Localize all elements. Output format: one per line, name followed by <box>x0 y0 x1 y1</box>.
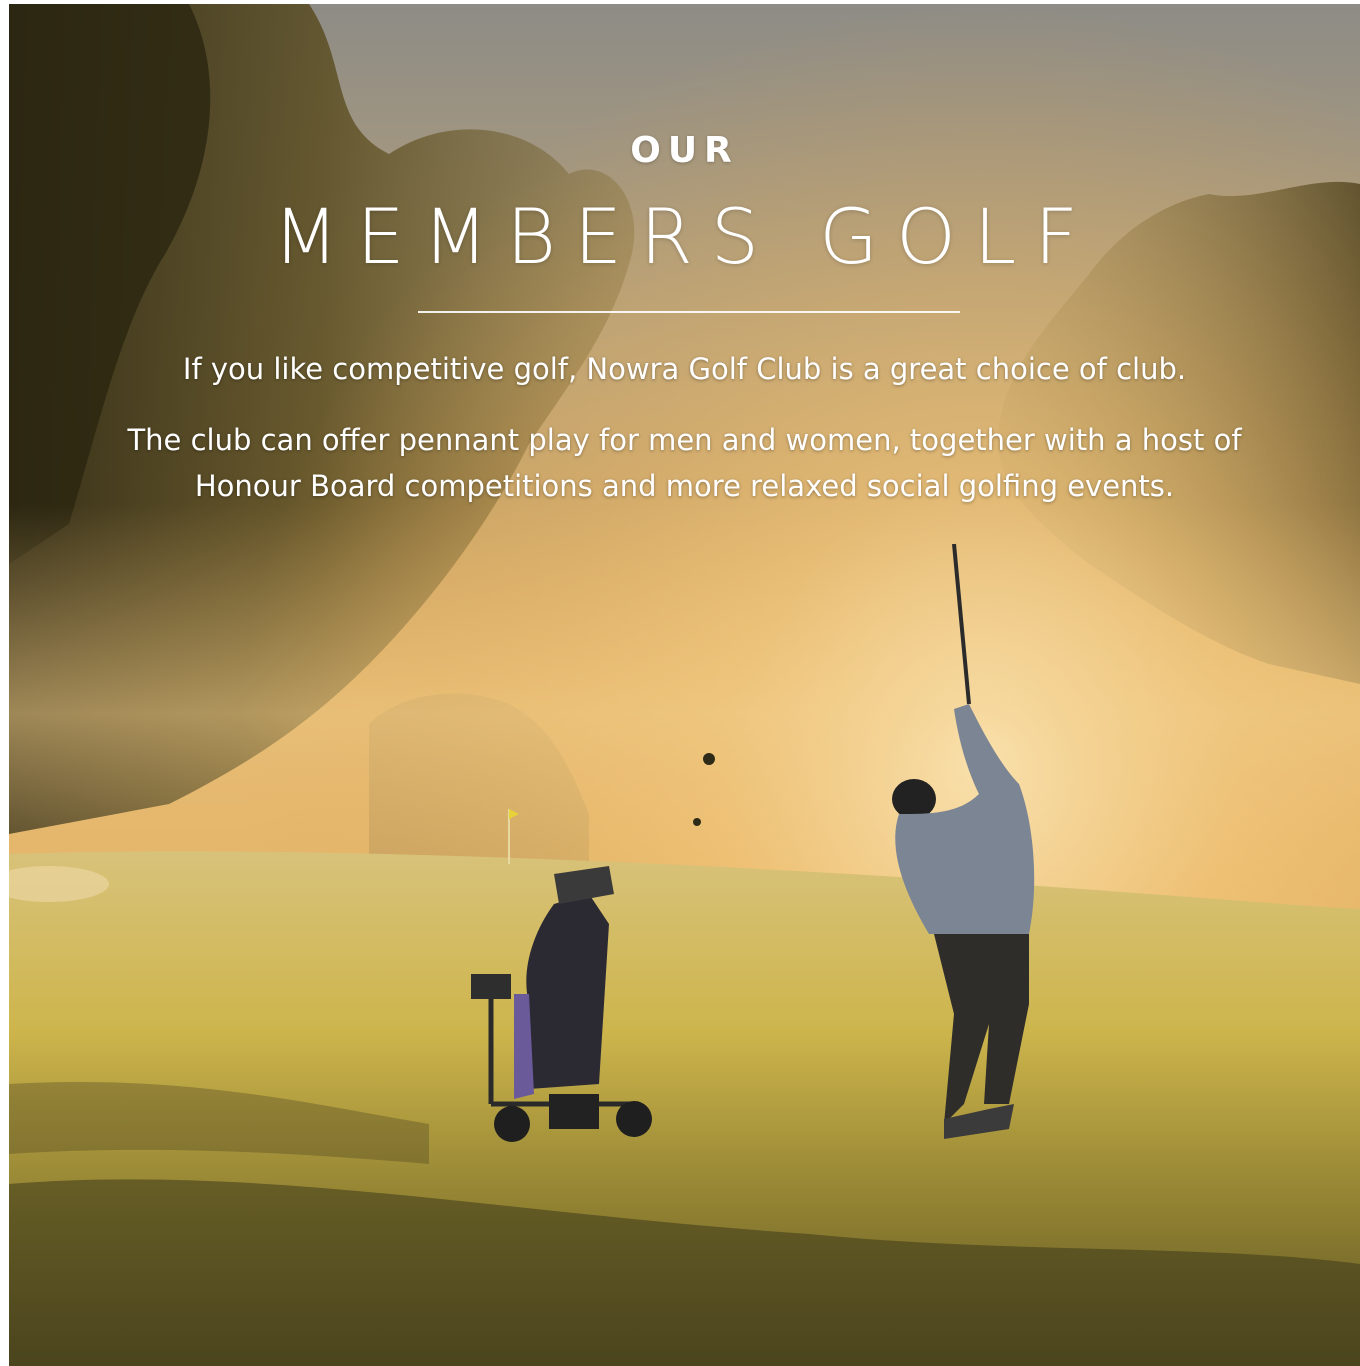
intro-paragraph: If you like competitive golf, Nowra Golf… <box>182 352 1187 386</box>
title-divider <box>418 311 960 313</box>
section-eyebrow: OUR <box>630 130 739 171</box>
page: OUR MEMBERS GOLF If you like competitive… <box>0 0 1360 1366</box>
body-paragraph: The club can offer pennant play for men … <box>127 423 1242 503</box>
hero-section: OUR MEMBERS GOLF If you like competitive… <box>9 4 1360 1366</box>
section-title: MEMBERS GOLF <box>273 192 1096 281</box>
